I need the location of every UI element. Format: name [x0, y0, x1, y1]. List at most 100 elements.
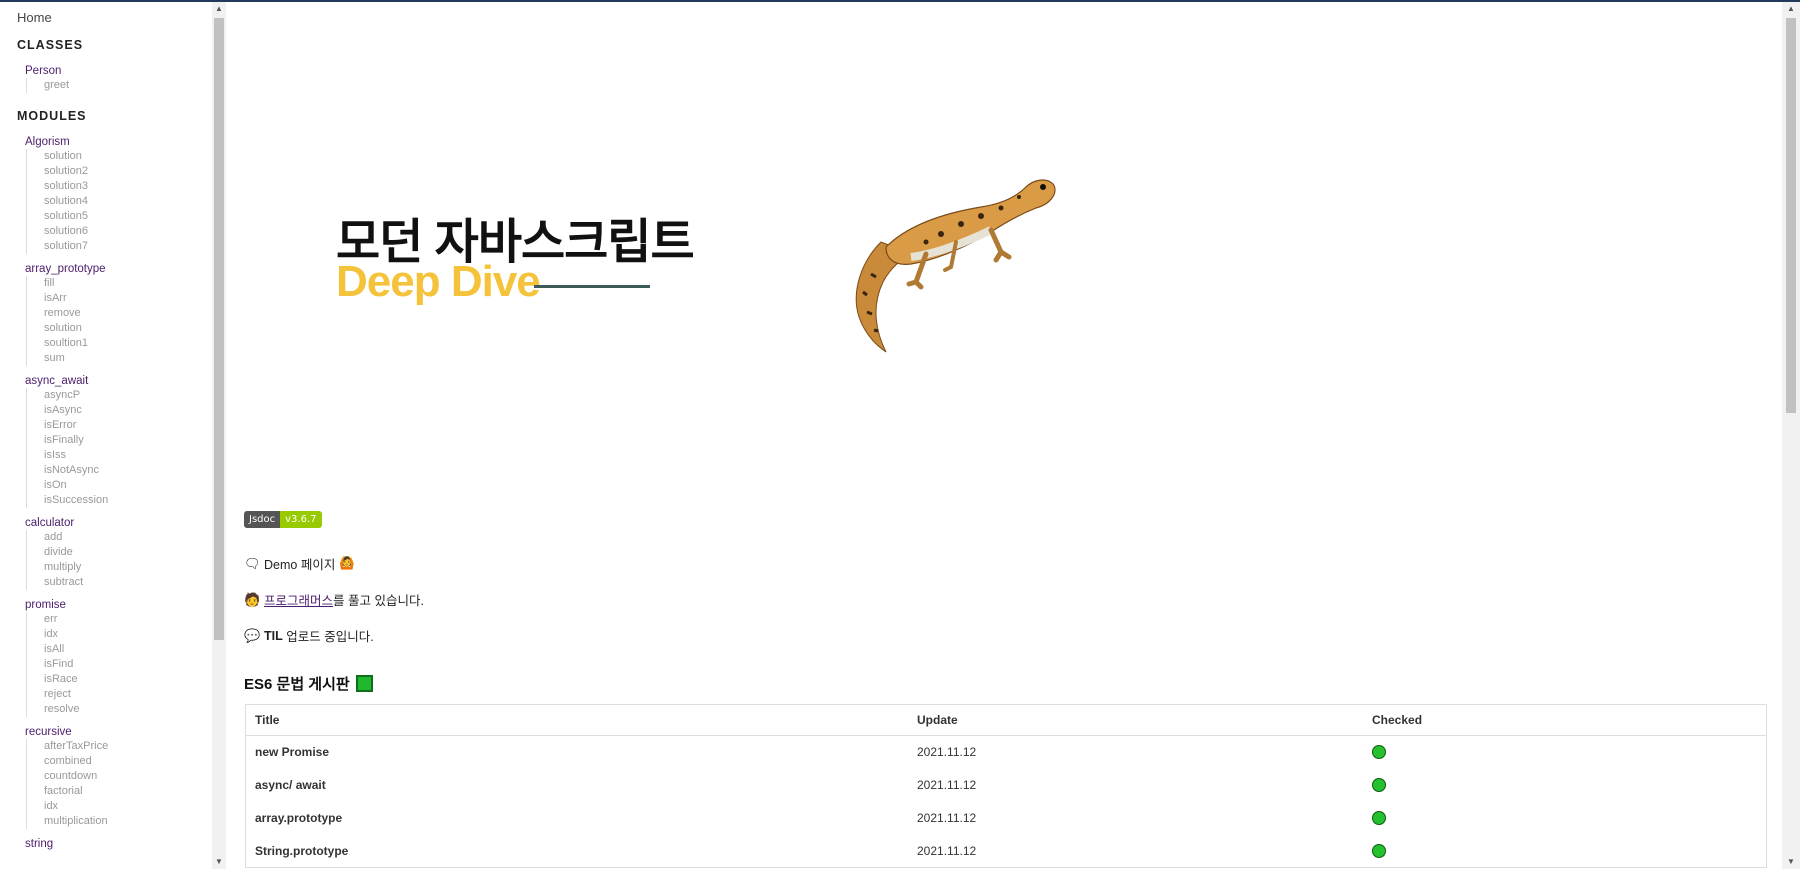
hero-banner: 모던 자바스크립트 Deep Dive	[336, 142, 1176, 362]
sidebar-member-list: fill isArr remove solution soultion1 sum	[26, 276, 212, 366]
sidebar-member-link[interactable]: countdown	[44, 769, 212, 784]
programmers-rest-text: 를 풀고 있습니다.	[333, 594, 424, 608]
row-update-date: 2021.11.12	[917, 744, 977, 759]
sidebar-group-link[interactable]: promise	[25, 598, 212, 612]
sidebar-member-link[interactable]: sum	[44, 351, 212, 366]
sidebar-member-link[interactable]: solution6	[44, 224, 212, 239]
til-line: 💬 TIL 업로드 중입니다.	[244, 626, 374, 645]
jsdoc-version-badge[interactable]: Jsdoc v3.6.7	[244, 511, 322, 528]
sidebar-member-link[interactable]: solution7	[44, 239, 212, 254]
column-header-update: Update	[908, 705, 1363, 736]
sidebar-member-link[interactable]: idx	[44, 799, 212, 814]
sidebar-member-link[interactable]: isAll	[44, 642, 212, 657]
sidebar-group-link[interactable]: Algorism	[25, 135, 212, 149]
row-checked	[1363, 735, 1766, 768]
sidebar-member-link[interactable]: solution5	[44, 209, 212, 224]
sidebar-member-link[interactable]: greet	[44, 78, 212, 93]
sidebar-group-link[interactable]: string	[25, 837, 212, 851]
sidebar-member-link[interactable]: isError	[44, 418, 212, 433]
til-rest-text: 업로드 중입니다.	[282, 630, 374, 644]
sidebar-member-list: greet	[26, 78, 212, 93]
main-scroll-up-icon[interactable]: ▲	[1782, 2, 1800, 16]
sidebar-member-link[interactable]: solution2	[44, 164, 212, 179]
sidebar-group-link[interactable]: array_prototype	[25, 262, 212, 276]
sidebar-member-link[interactable]: isAsync	[44, 403, 212, 418]
badge-label: Jsdoc	[244, 511, 281, 528]
sidebar-member-link[interactable]: isArr	[44, 291, 212, 306]
person-icon: 🧑	[244, 591, 261, 607]
modules-heading: MODULES	[17, 109, 87, 123]
sidebar-member-link[interactable]: solution	[44, 321, 212, 336]
sidebar-member-link[interactable]: divide	[44, 545, 212, 560]
main-scrollbar[interactable]: ▲ ▼	[1782, 2, 1800, 869]
row-title[interactable]: async/ await	[246, 768, 908, 801]
sidebar-member-link[interactable]: multiply	[44, 560, 212, 575]
green-circle-icon	[1372, 810, 1386, 825]
sidebar-group-calculator: calculator add divide multiply subtract	[25, 516, 212, 590]
row-title[interactable]: new Promise	[246, 735, 908, 768]
column-header-title: Title	[246, 705, 908, 736]
sidebar-member-list: asyncP isAsync isError isFinally isIss isNotA…	[26, 388, 212, 508]
sidebar-member-link[interactable]: add	[44, 530, 212, 545]
sidebar-member-link[interactable]: asyncP	[44, 388, 212, 403]
row-update-date: 2021.11.12	[917, 810, 977, 825]
sidebar-scroll-thumb[interactable]	[214, 18, 224, 640]
column-header-checked: Checked	[1363, 705, 1766, 736]
sidebar-home-link[interactable]: Home	[17, 10, 212, 25]
main-scroll-thumb[interactable]	[1786, 18, 1796, 413]
sidebar-member-link[interactable]: solution	[44, 149, 212, 164]
table-header-row: Title Update Checked	[246, 705, 1766, 736]
sidebar-member-link[interactable]: idx	[44, 627, 212, 642]
sidebar-member-link[interactable]: isFinally	[44, 433, 212, 448]
sidebar-group-array-prototype: array_prototype fill isArr remove solution so…	[25, 262, 212, 366]
main-content: 모던 자바스크립트 Deep Dive Jsdoc v3.6.7 🗨 Demo …	[226, 2, 1782, 869]
es6-board-title: ES6 문법 게시판	[244, 673, 373, 694]
sidebar-member-link[interactable]: multiplication	[44, 814, 212, 829]
sidebar-member-link[interactable]: factorial	[44, 784, 212, 799]
row-title[interactable]: String.prototype	[246, 834, 908, 867]
sidebar-member-link[interactable]: afterTaxPrice	[44, 739, 212, 754]
sidebar-group-string: string	[25, 837, 212, 851]
sidebar-scrollbar[interactable]: ▲ ▼	[212, 2, 226, 869]
sidebar-group-algorism: Algorism solution solution2 solution3 soluti…	[25, 135, 212, 254]
demo-text[interactable]: Demo 페이지	[264, 554, 335, 573]
sidebar-member-link[interactable]: isRace	[44, 672, 212, 687]
badge-version: v3.6.7	[280, 511, 322, 528]
table-row: array.prototype 2021.11.12	[246, 801, 1766, 834]
programmers-line: 🧑 프로그래머스 를 풀고 있습니다.	[244, 590, 424, 609]
gecko-illustration-icon	[855, 179, 1056, 353]
row-checked	[1363, 801, 1766, 834]
sidebar-group-link[interactable]: Person	[25, 64, 212, 78]
sidebar-group-recursive: recursive afterTaxPrice combined countdown f…	[25, 725, 212, 829]
programmers-link[interactable]: 프로그래머스	[264, 590, 333, 609]
classes-heading: CLASSES	[17, 38, 84, 52]
section-title-text: ES6 문법 게시판	[244, 676, 350, 693]
sidebar-member-link[interactable]: reject	[44, 687, 212, 702]
speech-bubble-icon: 🗨	[244, 555, 261, 571]
sidebar-member-link[interactable]: isNotAsync	[44, 463, 212, 478]
green-square-icon	[355, 675, 373, 692]
sidebar-member-link[interactable]: remove	[44, 306, 212, 321]
sidebar-member-link[interactable]: subtract	[44, 575, 212, 590]
sidebar-member-link[interactable]: isSuccession	[44, 493, 212, 508]
sidebar-member-link[interactable]: isIss	[44, 448, 212, 463]
scroll-up-icon[interactable]: ▲	[212, 2, 226, 16]
chat-icon: 💬	[244, 627, 261, 643]
sidebar-member-link[interactable]: solution3	[44, 179, 212, 194]
sidebar-member-link[interactable]: combined	[44, 754, 212, 769]
sidebar-member-link[interactable]: err	[44, 612, 212, 627]
sidebar-member-link[interactable]: solution4	[44, 194, 212, 209]
row-title[interactable]: array.prototype	[246, 801, 908, 834]
green-circle-icon	[1372, 843, 1386, 858]
scroll-down-icon[interactable]: ▼	[212, 855, 226, 869]
sidebar-member-link[interactable]: soultion1	[44, 336, 212, 351]
main-scroll-down-icon[interactable]: ▼	[1782, 855, 1800, 869]
sidebar-member-link[interactable]: resolve	[44, 702, 212, 717]
til-label: TIL	[264, 628, 283, 643]
sidebar-group-link[interactable]: calculator	[25, 516, 212, 530]
sidebar-member-link[interactable]: fill	[44, 276, 212, 291]
sidebar-group-link[interactable]: recursive	[25, 725, 212, 739]
sidebar-member-link[interactable]: isFind	[44, 657, 212, 672]
sidebar-group-link[interactable]: async_await	[25, 374, 212, 388]
sidebar-member-link[interactable]: isOn	[44, 478, 212, 493]
